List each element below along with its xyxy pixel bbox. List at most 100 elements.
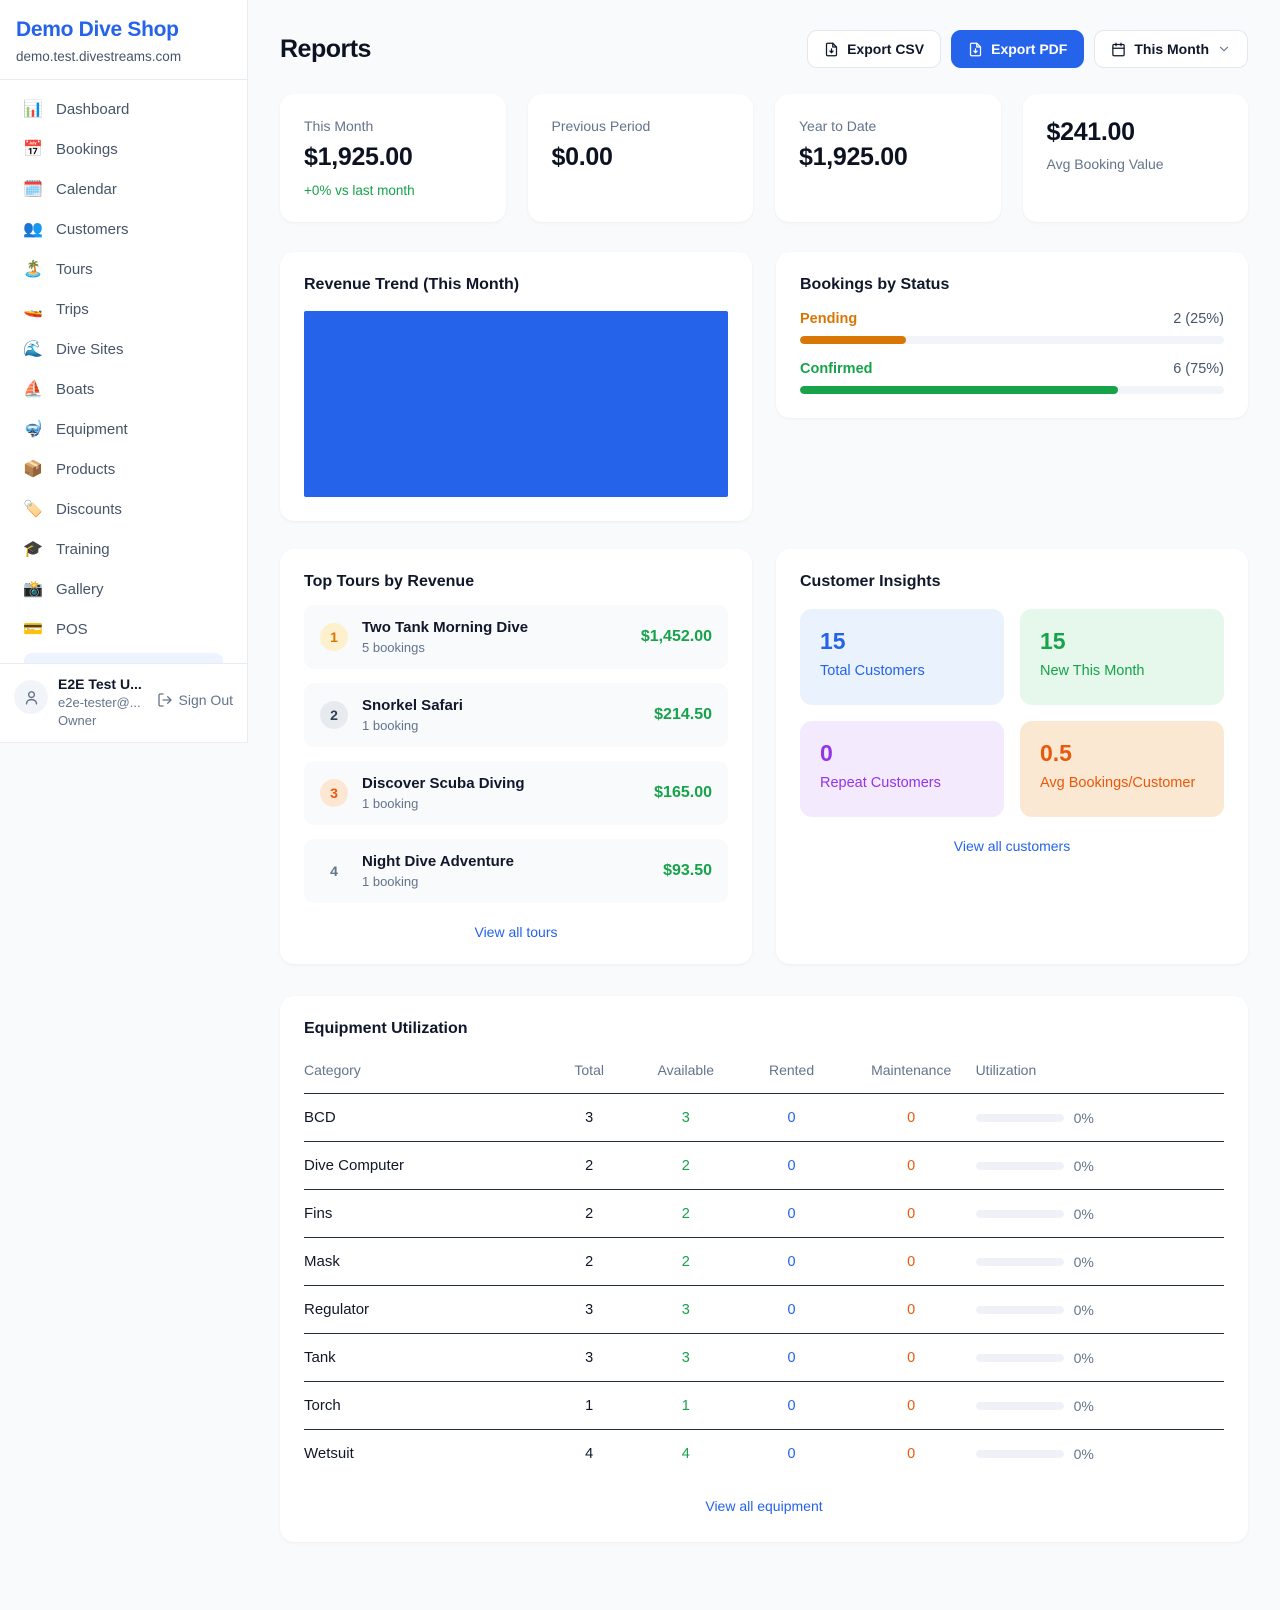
sidebar-item-discounts[interactable]: 🏷️ Discounts bbox=[12, 493, 235, 526]
file-download-icon bbox=[968, 42, 983, 57]
stat-value: $0.00 bbox=[552, 143, 730, 172]
export-pdf-button[interactable]: Export PDF bbox=[951, 30, 1084, 68]
status-label: Pending bbox=[800, 311, 857, 327]
stat-delta: +0% vs last month bbox=[304, 183, 482, 198]
utilization-cell: 0% bbox=[976, 1350, 1224, 1366]
period-select[interactable]: This Month bbox=[1094, 30, 1248, 68]
sidebar-item-tours[interactable]: 🏝️ Tours bbox=[12, 253, 235, 286]
maintenance-cell: 0 bbox=[847, 1190, 976, 1238]
maintenance-cell: 0 bbox=[847, 1382, 976, 1430]
stat-value: $241.00 bbox=[1047, 118, 1225, 147]
utilization-percent: 0% bbox=[1074, 1398, 1094, 1414]
stat-card-this-month: This Month $1,925.00 +0% vs last month bbox=[280, 94, 506, 222]
status-progress-track bbox=[800, 386, 1224, 394]
category-cell: Fins bbox=[304, 1190, 543, 1238]
sidebar-item-dive-sites[interactable]: 🌊 Dive Sites bbox=[12, 333, 235, 366]
tour-row: 4 Night Dive Adventure 1 booking $93.50 bbox=[304, 839, 728, 903]
utilization-bar bbox=[976, 1258, 1064, 1266]
utilization-percent: 0% bbox=[1074, 1350, 1094, 1366]
sidebar-item-gallery[interactable]: 📸 Gallery bbox=[12, 573, 235, 606]
tour-name: Two Tank Morning Dive bbox=[362, 619, 528, 636]
tour-name: Snorkel Safari bbox=[362, 697, 463, 714]
tile-new-this-month: 15 New This Month bbox=[1020, 609, 1224, 705]
column-header: Category bbox=[304, 1052, 543, 1094]
available-cell: 2 bbox=[635, 1190, 736, 1238]
sidebar-item-label: Discounts bbox=[56, 501, 122, 518]
sidebar-nav: 📊 Dashboard 📅 Bookings 🗓️ Calendar 👥 Cus… bbox=[0, 80, 247, 663]
column-header: Total bbox=[543, 1052, 635, 1094]
tile-value: 0.5 bbox=[1040, 740, 1204, 767]
stat-cards: This Month $1,925.00 +0% vs last month P… bbox=[280, 94, 1248, 222]
wave-icon: 🌊 bbox=[22, 342, 44, 358]
rented-cell: 0 bbox=[736, 1238, 846, 1286]
export-csv-label: Export CSV bbox=[847, 41, 924, 57]
category-cell: Dive Computer bbox=[304, 1142, 543, 1190]
export-csv-button[interactable]: Export CSV bbox=[807, 30, 941, 68]
utilization-bar bbox=[976, 1210, 1064, 1218]
tour-name: Discover Scuba Diving bbox=[362, 775, 525, 792]
tour-revenue: $93.50 bbox=[663, 862, 712, 880]
utilization-percent: 0% bbox=[1074, 1302, 1094, 1318]
sailboat-icon: ⛵ bbox=[22, 382, 44, 398]
maintenance-cell: 0 bbox=[847, 1430, 976, 1478]
sidebar-item-equipment[interactable]: 🤿 Equipment bbox=[12, 413, 235, 446]
utilization-bar bbox=[976, 1114, 1064, 1122]
status-progress-fill bbox=[800, 386, 1118, 394]
sidebar-item-products[interactable]: 📦 Products bbox=[12, 453, 235, 486]
status-row-confirmed: Confirmed 6 (75%) bbox=[800, 361, 1224, 394]
category-cell: Tank bbox=[304, 1334, 543, 1382]
column-header: Rented bbox=[736, 1052, 846, 1094]
status-label: Confirmed bbox=[800, 361, 873, 377]
rank-badge: 2 bbox=[320, 701, 348, 729]
view-all-tours-link[interactable]: View all tours bbox=[304, 924, 728, 940]
sidebar-item-label: Boats bbox=[56, 381, 94, 398]
sign-out-button[interactable]: Sign Out bbox=[157, 692, 233, 708]
tour-bookings: 1 booking bbox=[362, 718, 463, 733]
sidebar-item-label: Gallery bbox=[56, 581, 104, 598]
total-cell: 3 bbox=[543, 1334, 635, 1382]
available-cell: 3 bbox=[635, 1334, 736, 1382]
view-all-equipment-link[interactable]: View all equipment bbox=[304, 1498, 1224, 1514]
category-cell: Mask bbox=[304, 1238, 543, 1286]
sidebar-item-bookings[interactable]: 📅 Bookings bbox=[12, 133, 235, 166]
sidebar-item-customers[interactable]: 👥 Customers bbox=[12, 213, 235, 246]
tag-icon: 🏷️ bbox=[22, 502, 44, 518]
sidebar-item-dashboard[interactable]: 📊 Dashboard bbox=[12, 93, 235, 126]
insights-row: Top Tours by Revenue 1 Two Tank Morning … bbox=[280, 549, 1248, 964]
table-row: Tank 3 3 0 0 0% bbox=[304, 1334, 1224, 1382]
rank-badge: 3 bbox=[320, 779, 348, 807]
sidebar: Demo Dive Shop demo.test.divestreams.com… bbox=[0, 0, 248, 743]
sidebar-item-label: Products bbox=[56, 461, 115, 478]
utilization-bar bbox=[976, 1306, 1064, 1314]
camera-icon: 📸 bbox=[22, 582, 44, 598]
sidebar-item-training[interactable]: 🎓 Training bbox=[12, 533, 235, 566]
tile-total-customers: 15 Total Customers bbox=[800, 609, 1004, 705]
utilization-percent: 0% bbox=[1074, 1254, 1094, 1270]
revenue-trend-card: Revenue Trend (This Month) bbox=[280, 252, 752, 521]
tour-revenue: $214.50 bbox=[654, 706, 712, 724]
sidebar-item-trips[interactable]: 🚤 Trips bbox=[12, 293, 235, 326]
speedboat-icon: 🚤 bbox=[22, 302, 44, 318]
file-download-icon bbox=[824, 42, 839, 57]
available-cell: 1 bbox=[635, 1382, 736, 1430]
sidebar-header: Demo Dive Shop demo.test.divestreams.com bbox=[0, 0, 247, 80]
sidebar-item-boats[interactable]: ⛵ Boats bbox=[12, 373, 235, 406]
category-cell: Regulator bbox=[304, 1286, 543, 1334]
spiral-calendar-icon: 🗓️ bbox=[22, 182, 44, 198]
sidebar-item-label: Equipment bbox=[56, 421, 128, 438]
sidebar-item-calendar[interactable]: 🗓️ Calendar bbox=[12, 173, 235, 206]
sidebar-item-label: Customers bbox=[56, 221, 129, 238]
table-row: Torch 1 1 0 0 0% bbox=[304, 1382, 1224, 1430]
utilization-cell: 0% bbox=[976, 1158, 1224, 1174]
view-all-customers-link[interactable]: View all customers bbox=[800, 838, 1224, 854]
sidebar-item-reports-active-partial[interactable] bbox=[24, 653, 223, 663]
utilization-cell: 0% bbox=[976, 1206, 1224, 1222]
charts-row: Revenue Trend (This Month) Bookings by S… bbox=[280, 252, 1248, 521]
shop-domain: demo.test.divestreams.com bbox=[16, 49, 231, 64]
page-header: Reports Export CSV Export PDF This Month bbox=[280, 30, 1248, 68]
sidebar-item-pos[interactable]: 💳 POS bbox=[12, 613, 235, 646]
tour-row: 3 Discover Scuba Diving 1 booking $165.0… bbox=[304, 761, 728, 825]
sidebar-item-label: Trips bbox=[56, 301, 89, 318]
sidebar-item-label: Training bbox=[56, 541, 110, 558]
rented-cell: 0 bbox=[736, 1334, 846, 1382]
